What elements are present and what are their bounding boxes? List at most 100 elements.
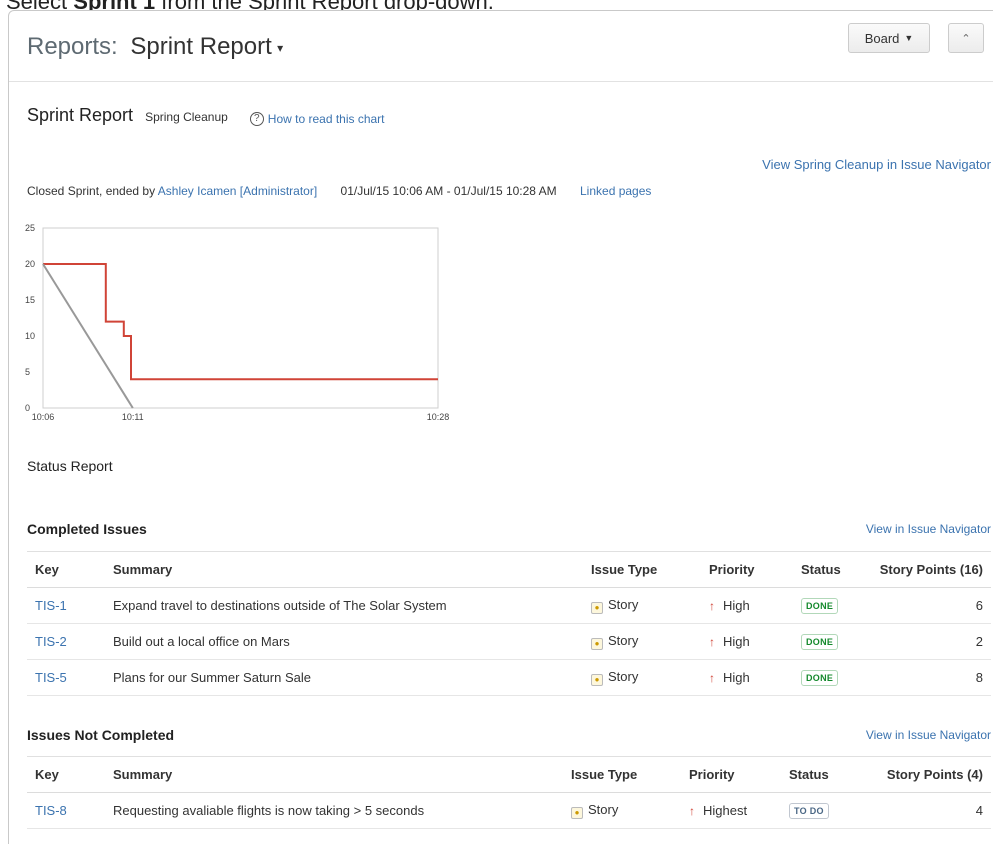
story-points: 6 <box>865 587 991 624</box>
column-header-story-points: Story Points (4) <box>863 756 991 793</box>
report-title: Sprint Report <box>27 105 134 125</box>
y-tick-label: 10 <box>25 331 35 341</box>
completed-issues-table: Key Summary Issue Type Priority Status Story … <box>27 551 991 696</box>
priority-arrow-up-icon: ↑ <box>709 671 715 685</box>
issue-summary: Requesting avaliable flights is now taki… <box>105 792 563 829</box>
priority-cell: ↑ High <box>701 623 793 660</box>
x-tick-label: 10:28 <box>427 412 450 422</box>
story-points: 2 <box>865 623 991 660</box>
issue-type-label: Story <box>608 597 639 613</box>
status-cell: DONE <box>793 587 865 624</box>
priority-cell: ↑ Highest <box>681 792 781 829</box>
story-icon: ● <box>571 806 583 819</box>
status-badge: DONE <box>801 634 839 650</box>
report-selector-label: Sprint Report <box>130 33 272 60</box>
completed-issues-heading: Completed Issues <box>27 521 147 537</box>
help-icon: ? <box>249 111 264 126</box>
page-title: Reports: Sprint Report ▾ <box>27 33 283 61</box>
meta-prefix: Closed Sprint, ended by <box>27 184 158 198</box>
story-points: 8 <box>865 659 991 696</box>
column-header-priority: Priority <box>681 756 781 793</box>
collapse-button[interactable]: ⌃ <box>948 23 984 53</box>
issue-key-link[interactable]: TIS-2 <box>35 634 67 649</box>
issue-key-link[interactable]: TIS-1 <box>35 598 67 613</box>
priority-label: High <box>723 634 750 649</box>
board-button-label: Board <box>864 30 900 46</box>
chevron-down-icon: ▾ <box>273 40 284 55</box>
status-cell: TO DO <box>781 792 863 829</box>
story-icon: ● <box>591 601 603 614</box>
double-chevron-up-icon: ⌃ <box>961 32 971 45</box>
linked-pages-link[interactable]: Linked pages <box>580 184 651 198</box>
column-header-story-points: Story Points (16) <box>865 551 991 588</box>
issue-type-cell: ● Story <box>583 623 701 660</box>
help-link[interactable]: ? How to read this chart <box>249 111 385 126</box>
column-header-key: Key <box>27 756 105 793</box>
issue-type-label: Story <box>588 802 619 818</box>
not-completed-view-in-navigator-link[interactable]: View in Issue Navigator <box>866 728 991 742</box>
issue-type-label: Story <box>608 633 639 649</box>
priority-label: High <box>723 670 750 685</box>
issue-type-cell: ● Story <box>583 659 701 696</box>
status-badge: TO DO <box>789 803 829 819</box>
burndown-chart: 25 20 15 10 5 010:06 10:11 10:28 <box>25 223 450 422</box>
story-points: 4 <box>863 792 991 829</box>
issue-key-link[interactable]: TIS-5 <box>35 670 67 685</box>
column-header-priority: Priority <box>701 551 793 588</box>
priority-arrow-up-icon: ↑ <box>689 804 695 818</box>
priority-label: High <box>723 598 750 613</box>
issue-summary: Plans for our Summer Saturn Sale <box>105 659 583 696</box>
priority-cell: ↑ High <box>701 587 793 624</box>
page-header: Reports: Sprint Report ▾ Board ▼ ⌃ <box>9 11 993 82</box>
view-sprint-in-navigator-link[interactable]: View Spring Cleanup in Issue Navigator <box>762 157 991 172</box>
column-header-issue-type: Issue Type <box>583 551 701 588</box>
column-header-summary: Summary <box>105 551 583 588</box>
status-badge: DONE <box>801 598 839 614</box>
table-row: TIS-5 Plans for our Summer Saturn Sale ● St… <box>27 659 991 696</box>
report-selector-dropdown[interactable]: Sprint Report ▾ <box>130 33 283 60</box>
board-button[interactable]: Board ▼ <box>848 23 930 53</box>
issue-key-cell: TIS-2 <box>27 623 105 660</box>
priority-arrow-up-icon: ↑ <box>709 635 715 649</box>
column-header-summary: Summary <box>105 756 563 793</box>
status-report-heading: Status Report <box>27 458 113 474</box>
column-header-status: Status <box>781 756 863 793</box>
issue-key-cell: TIS-5 <box>27 659 105 696</box>
chevron-down-icon: ▼ <box>904 33 914 43</box>
issue-key-cell: TIS-1 <box>27 587 105 624</box>
table-header-row: Key Summary Issue Type Priority Status Story … <box>27 756 991 793</box>
priority-arrow-up-icon: ↑ <box>709 599 715 613</box>
sprint-dates: 01/Jul/15 10:06 AM - 01/Jul/15 10:28 AM <box>340 184 557 198</box>
sprint-meta: Closed Sprint, ended by Ashley Icamen [A… <box>27 184 651 198</box>
page-title-prefix: Reports: <box>27 33 118 60</box>
column-header-issue-type: Issue Type <box>563 756 681 793</box>
y-tick-label: 25 <box>25 223 35 233</box>
x-tick-label: 10:06 <box>32 412 55 422</box>
plot-area <box>42 227 439 409</box>
user-link[interactable]: Ashley Icamen [Administrator] <box>158 184 317 198</box>
status-cell: DONE <box>793 659 865 696</box>
y-tick-label: 5 <box>25 367 30 377</box>
issue-summary: Build out a local office on Mars <box>105 623 583 660</box>
table-row: TIS-2 Build out a local office on Mars ● St… <box>27 623 991 660</box>
table-header-row: Key Summary Issue Type Priority Status Story … <box>27 551 991 588</box>
table-row: TIS-8 Requesting avaliable flights is now… <box>27 792 991 829</box>
x-tick-label: 10:11 <box>122 412 144 422</box>
y-tick-label: 0 <box>25 403 30 413</box>
issue-type-cell: ● Story <box>563 792 681 829</box>
status-cell: DONE <box>793 623 865 660</box>
issue-key-link[interactable]: TIS-8 <box>35 803 67 818</box>
status-badge: DONE <box>801 670 839 686</box>
issue-summary: Expand travel to destinations outside of… <box>105 587 583 624</box>
priority-label: Highest <box>703 803 748 818</box>
help-link-label: How to read this chart <box>267 111 385 126</box>
completed-view-in-navigator-link[interactable]: View in Issue Navigator <box>866 522 991 536</box>
y-tick-label: 15 <box>25 295 35 305</box>
not-completed-issues-heading: Issues Not Completed <box>27 727 175 743</box>
sprint-name: Spring Cleanup <box>145 110 228 124</box>
issue-key-cell: TIS-8 <box>27 792 105 829</box>
column-header-status: Status <box>793 551 865 588</box>
report-panel: Reports: Sprint Report ▾ Board ▼ ⌃ Sprint… <box>8 10 993 844</box>
issue-type-cell: ● Story <box>583 587 701 624</box>
issue-type-label: Story <box>608 669 639 685</box>
